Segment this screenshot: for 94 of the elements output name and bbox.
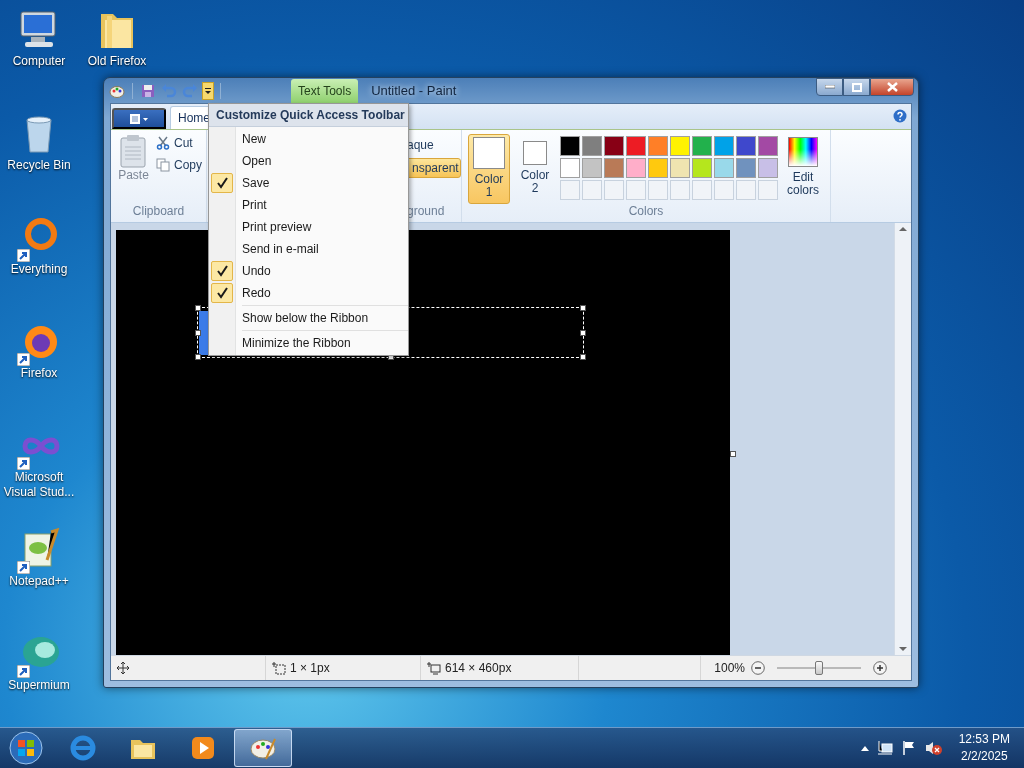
menu-item[interactable]: New <box>209 128 408 150</box>
caret-icon <box>204 86 212 95</box>
menu-item[interactable]: Undo <box>209 260 408 282</box>
color-swatch[interactable] <box>560 158 580 178</box>
menu-item[interactable]: Print <box>209 194 408 216</box>
menu-item[interactable]: Minimize the Ribbon <box>209 332 408 354</box>
menu-item[interactable]: Open <box>209 150 408 172</box>
canvas-size-icon <box>427 661 441 675</box>
network-icon[interactable] <box>876 740 893 756</box>
zoom-out-button[interactable] <box>751 661 765 675</box>
desktop-icon-label[interactable]: Recycle Bin <box>0 158 78 173</box>
show-hidden-icons-arrow[interactable] <box>860 745 869 751</box>
color-swatch[interactable] <box>582 136 602 156</box>
desktop-icon-label[interactable]: Supermium <box>0 678 78 693</box>
start-button[interactable] <box>8 730 44 766</box>
close-icon <box>886 82 898 92</box>
color-swatch[interactable] <box>692 158 712 178</box>
color-swatch[interactable] <box>736 158 756 178</box>
zoom-slider-thumb[interactable] <box>815 661 823 675</box>
empty-swatch[interactable] <box>626 180 646 200</box>
transparent-option[interactable]: nsparent <box>407 158 461 178</box>
menu-item[interactable]: Save <box>209 172 408 194</box>
menu-icon <box>129 112 149 125</box>
speaker-muted-icon[interactable] <box>924 740 943 756</box>
color-selector[interactable]: Color 2 <box>514 134 556 204</box>
desktop-icon-label[interactable]: Everything <box>0 262 78 277</box>
empty-swatch[interactable] <box>758 180 778 200</box>
color-swatch[interactable] <box>714 158 734 178</box>
minimize-icon <box>824 85 835 89</box>
color-swatch[interactable] <box>626 136 646 156</box>
window-title: Untitled - Paint <box>371 83 457 98</box>
paint-menu-button[interactable] <box>112 108 166 129</box>
copy-icon <box>156 158 170 172</box>
maximize-button[interactable] <box>843 78 870 96</box>
zoom-level: 100% <box>714 661 746 675</box>
maximize-icon <box>851 82 862 92</box>
flag-icon[interactable] <box>900 740 917 756</box>
zoom-in-button[interactable] <box>873 661 887 675</box>
group-label: Colors <box>627 204 665 220</box>
desktop-icon-label[interactable]: Old Firefox <box>78 54 156 69</box>
scroll-down-icon[interactable] <box>899 647 907 652</box>
desktop-icon-label[interactable]: Microsoft Visual Stud... <box>0 470 78 500</box>
opaque-option[interactable]: aque <box>407 136 461 154</box>
empty-swatch[interactable] <box>736 180 756 200</box>
edit-colors-button[interactable]: Edit colors <box>782 134 824 204</box>
selection-size-icon <box>272 661 286 675</box>
move-icon <box>117 662 129 674</box>
color-swatch[interactable] <box>670 136 690 156</box>
menu-item[interactable]: Send in e-mail <box>209 238 408 260</box>
color-swatch[interactable] <box>626 158 646 178</box>
color-swatch[interactable] <box>582 158 602 178</box>
contextual-tab-label: Text Tools <box>291 79 359 103</box>
empty-swatch[interactable] <box>582 180 602 200</box>
canvas-size: 614 × 460px <box>445 661 512 675</box>
copy-button[interactable]: Copy <box>156 156 202 174</box>
close-button[interactable] <box>870 78 914 96</box>
menu-title: Customize Quick Access Toolbar <box>209 104 408 127</box>
color-swatch[interactable] <box>648 136 668 156</box>
empty-swatch[interactable] <box>560 180 580 200</box>
scroll-up-icon[interactable] <box>899 226 907 231</box>
color-swatch[interactable] <box>604 136 624 156</box>
empty-swatch[interactable] <box>692 180 712 200</box>
menu-item[interactable]: Redo <box>209 282 408 304</box>
color-swatch[interactable] <box>714 136 734 156</box>
color-swatch[interactable] <box>560 136 580 156</box>
color-swatch[interactable] <box>736 136 756 156</box>
help-icon[interactable] <box>893 109 907 123</box>
color-swatch[interactable] <box>692 136 712 156</box>
cut-button[interactable]: Cut <box>156 134 202 152</box>
empty-swatch[interactable] <box>604 180 624 200</box>
empty-swatch[interactable] <box>714 180 734 200</box>
color-swatch[interactable] <box>670 158 690 178</box>
color-swatch[interactable] <box>604 158 624 178</box>
color-swatch[interactable] <box>758 158 778 178</box>
color-swatch[interactable] <box>648 158 668 178</box>
desktop-icon-label[interactable]: Firefox <box>0 366 78 381</box>
selection-size: 1 × 1px <box>290 661 330 675</box>
desktop-icon-label[interactable]: Computer <box>0 54 78 69</box>
clipboard-icon <box>119 134 148 168</box>
color-swatch[interactable] <box>758 136 778 156</box>
browser-icon <box>68 733 98 763</box>
scissors-icon <box>156 136 170 150</box>
menu-item[interactable]: Show below the Ribbon <box>209 307 408 329</box>
color-selector[interactable]: Color 1 <box>468 134 510 204</box>
desktop-icon-label[interactable]: Notepad++ <box>0 574 78 589</box>
minimize-button[interactable] <box>816 78 843 96</box>
empty-swatch[interactable] <box>648 180 668 200</box>
text-cursor <box>199 311 208 355</box>
clock[interactable]: 12:53 PM 2/2/2025 <box>958 731 1010 765</box>
customize-toolbar-button[interactable] <box>202 81 214 100</box>
taskbar-app-button[interactable] <box>234 729 292 767</box>
empty-swatch[interactable] <box>670 180 690 200</box>
group-label: Clipboard <box>131 204 186 220</box>
menu-item[interactable]: Print preview <box>209 216 408 238</box>
